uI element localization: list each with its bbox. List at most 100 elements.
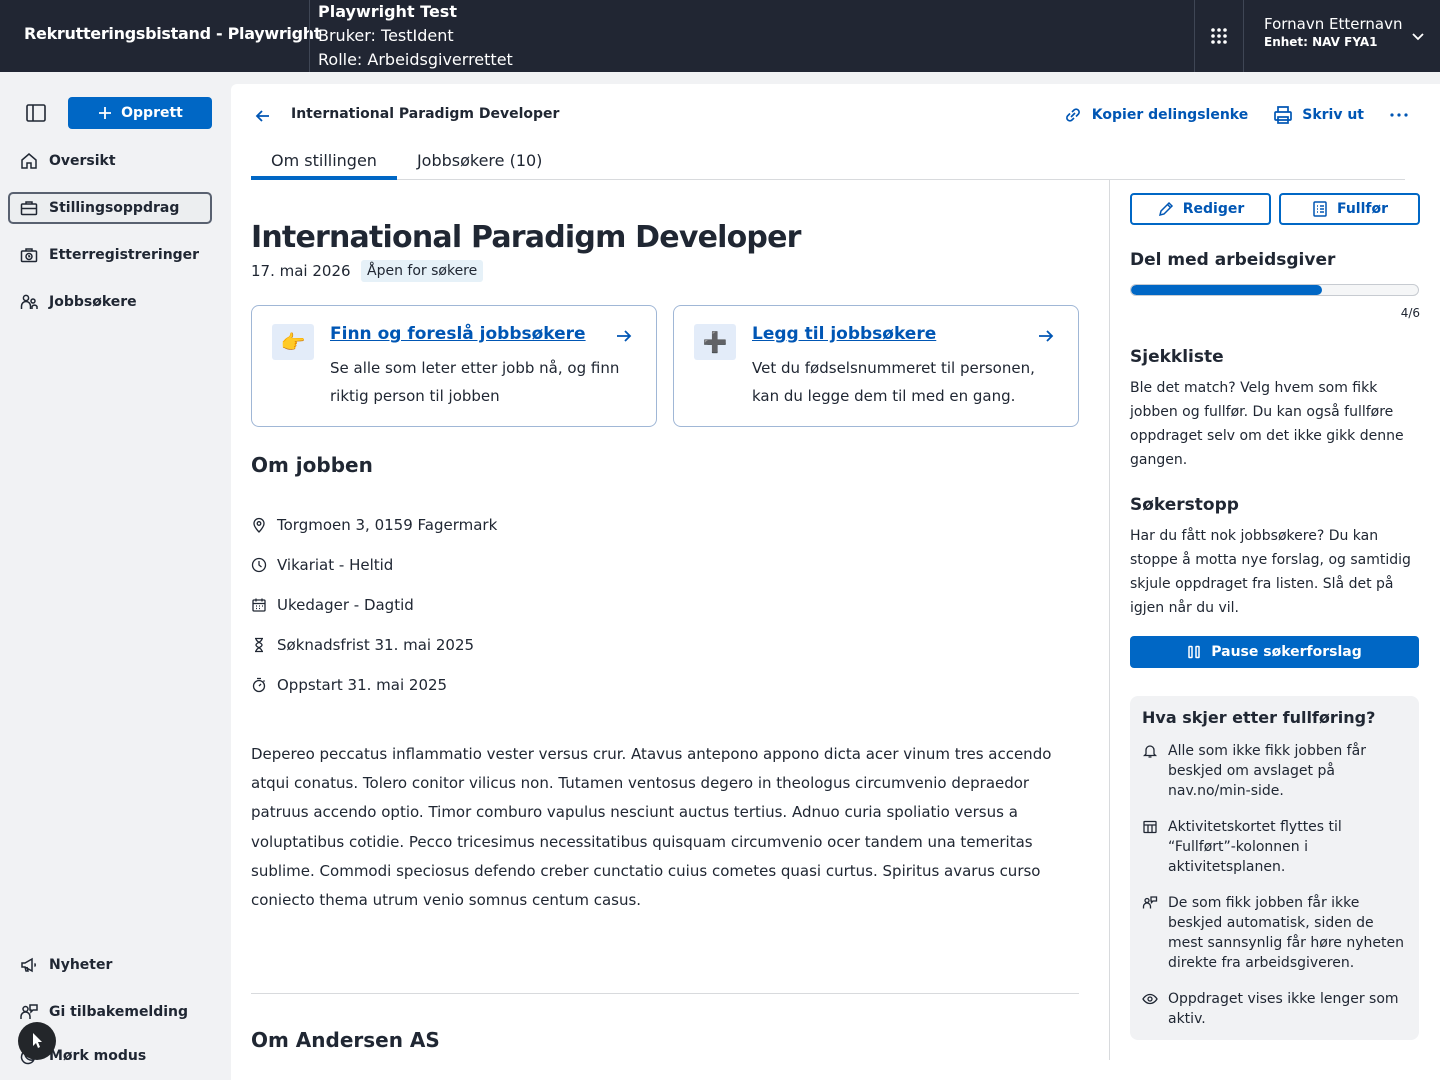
fact-text: Vikariat - Heltid bbox=[277, 556, 394, 574]
find-jobseekers-link[interactable]: Finn og foreslå jobbsøkere bbox=[330, 324, 586, 344]
checklist-heading: Sjekkliste bbox=[1130, 347, 1224, 367]
fact-employment: Vikariat - Heltid bbox=[251, 556, 393, 574]
create-button[interactable]: Opprett bbox=[68, 97, 212, 129]
arrow-right-icon bbox=[617, 330, 632, 342]
info-item-text: Oppdraget vises ikke lenger som aktiv. bbox=[1168, 991, 1399, 1027]
fact-text: Torgmoen 3, 0159 Fagermark bbox=[277, 516, 498, 534]
stopwatch-icon bbox=[252, 677, 266, 693]
app-title[interactable]: Rekrutteringsbistand - Playwright bbox=[24, 24, 322, 43]
pencil-icon bbox=[1158, 201, 1173, 217]
briefcase-icon bbox=[20, 201, 38, 216]
calendar-icon bbox=[252, 598, 266, 612]
info-item: Aktivitetskortet flyttes til “Fullført”-… bbox=[1142, 817, 1407, 877]
fact-start: Oppstart 31. mai 2025 bbox=[251, 676, 447, 694]
progress-fill bbox=[1131, 285, 1323, 295]
people-icon bbox=[20, 294, 38, 309]
person-chat-icon bbox=[1142, 896, 1158, 909]
arrow-right-icon bbox=[1039, 330, 1054, 342]
status-badge: Åpen for søkere bbox=[361, 260, 484, 282]
share-progress-bar bbox=[1130, 284, 1419, 296]
published-date: 17. mai 2026 bbox=[251, 262, 351, 280]
info-item: Oppdraget vises ikke lenger som aktiv. bbox=[1142, 989, 1407, 1029]
sidebar-item-label: Etterregistreringer bbox=[49, 247, 200, 263]
progress-label: 4/6 bbox=[1400, 306, 1420, 320]
breadcrumb: International Paradigm Developer bbox=[291, 106, 560, 122]
printer-icon bbox=[1274, 106, 1293, 124]
sidebar-item-label: Oversikt bbox=[49, 153, 116, 169]
sidebar-item-label: Nyheter bbox=[49, 957, 113, 973]
after-finish-info: Hva skjer etter fullføring? Alle som ikk… bbox=[1130, 696, 1419, 1040]
test-title: Playwright Test bbox=[318, 2, 457, 21]
job-content: International Paradigm Developer 17. mai… bbox=[251, 180, 1079, 1080]
user-menu[interactable]: Fornavn Etternavn Enhet: NAV FYA1 bbox=[1264, 15, 1402, 49]
sidebar-item-nyheter[interactable]: Nyheter bbox=[8, 949, 212, 981]
arrow-left-icon[interactable] bbox=[253, 106, 273, 126]
about-job-heading: Om jobben bbox=[251, 453, 373, 477]
sidebar-item-label: Stillingsoppdrag bbox=[49, 200, 180, 216]
header-divider bbox=[1243, 0, 1244, 72]
copy-link-label: Kopier delingslenke bbox=[1091, 107, 1249, 123]
bell-icon bbox=[1142, 745, 1158, 758]
fact-location: Torgmoen 3, 0159 Fagermark bbox=[251, 516, 497, 534]
section-divider bbox=[251, 993, 1079, 994]
hourglass-icon bbox=[255, 637, 263, 653]
print-label: Skriv ut bbox=[1302, 107, 1364, 123]
sidebar-item-oversikt[interactable]: Oversikt bbox=[8, 145, 212, 177]
copy-link-button[interactable]: Kopier delingslenke bbox=[1062, 104, 1248, 126]
link-icon bbox=[1065, 108, 1080, 122]
header-divider bbox=[1194, 0, 1195, 72]
sidebar-item-label: Gi tilbakemelding bbox=[49, 1004, 189, 1020]
header-divider bbox=[309, 0, 310, 72]
cursor-bubble bbox=[18, 1022, 56, 1060]
pause-suggestions-button[interactable]: Pause søkerforslag bbox=[1130, 636, 1419, 668]
location-pin-icon bbox=[253, 517, 265, 533]
fact-workdays: Ukedager - Dagtid bbox=[251, 596, 414, 614]
add-jobseekers-text: Vet du fødselsnummeret til personen, kan… bbox=[752, 359, 1035, 405]
user-name: Fornavn Etternavn bbox=[1264, 15, 1403, 33]
sidebar-item-jobbsokere[interactable]: Jobbsøkere bbox=[8, 286, 212, 318]
eye-icon bbox=[1142, 993, 1158, 1005]
plus-emoji-icon: ➕ bbox=[694, 324, 736, 360]
sidebar-toggle-icon[interactable] bbox=[24, 101, 48, 125]
fact-deadline: Søknadsfrist 31. mai 2025 bbox=[251, 636, 474, 654]
right-panel: Rediger Fullfør Del med arbeidsgiver 4/6… bbox=[1130, 180, 1420, 1080]
print-button[interactable]: Skriv ut bbox=[1272, 104, 1364, 126]
info-item-text: Aktivitetskortet flyttes til “Fullført”-… bbox=[1168, 819, 1342, 875]
finish-button[interactable]: Fullfør bbox=[1279, 193, 1420, 225]
tab-om-stillingen[interactable]: Om stillingen bbox=[251, 140, 397, 180]
clock-icon bbox=[251, 557, 267, 573]
sidebar-item-label: Mørk modus bbox=[49, 1048, 147, 1064]
test-info: Playwright Test Bruker: TestIdent Rolle:… bbox=[318, 0, 513, 72]
share-heading: Del med arbeidsgiver bbox=[1130, 250, 1336, 270]
sidebar-item-etterregistreringer[interactable]: Etterregistreringer bbox=[8, 239, 212, 271]
app-menu-button[interactable] bbox=[1196, 0, 1242, 72]
sidebar-item-stillingsoppdrag[interactable]: Stillingsoppdrag bbox=[8, 192, 212, 224]
edit-button[interactable]: Rediger bbox=[1130, 193, 1271, 225]
find-jobseekers-card[interactable]: 👉 Finn og foreslå jobbsøkere Se alle som… bbox=[251, 305, 657, 427]
info-item-text: De som fikk jobben får ikke beskjed auto… bbox=[1168, 895, 1404, 971]
job-description: Depereo peccatus inflammatio vester vers… bbox=[251, 745, 1052, 910]
cursor-icon bbox=[33, 1033, 42, 1048]
test-role: Rolle: Arbeidsgiverrettet bbox=[318, 50, 513, 69]
tab-jobbsokere[interactable]: Jobbsøkere (10) bbox=[397, 140, 562, 180]
add-jobseekers-link[interactable]: Legg til jobbsøkere bbox=[752, 324, 936, 344]
user-unit: Enhet: NAV FYA1 bbox=[1264, 35, 1378, 49]
create-button-label: Opprett bbox=[121, 105, 183, 121]
chevron-down-icon[interactable] bbox=[1410, 28, 1426, 44]
pause-label: Pause søkerforslag bbox=[1211, 644, 1362, 660]
more-options-icon[interactable] bbox=[1388, 104, 1410, 126]
checklist-icon bbox=[1313, 201, 1327, 217]
edit-label: Rediger bbox=[1182, 201, 1245, 217]
tab-bar: Om stillingen Jobbsøkere (10) bbox=[251, 140, 1405, 180]
test-user: Bruker: TestIdent bbox=[318, 26, 454, 45]
page-actions: Kopier delingslenke Skriv ut bbox=[1062, 104, 1410, 126]
main-content: International Paradigm Developer Kopier … bbox=[231, 84, 1440, 1080]
megaphone-icon bbox=[21, 957, 36, 973]
sidebar: Opprett Oversikt Stillingsoppdrag Etterr… bbox=[0, 72, 230, 1080]
briefcase-clock-icon bbox=[20, 248, 38, 263]
info-item: De som fikk jobben får ikke beskjed auto… bbox=[1142, 893, 1407, 973]
info-title: Hva skjer etter fullføring? bbox=[1142, 708, 1376, 727]
pointing-hand-icon: 👉 bbox=[272, 324, 314, 360]
fact-text: Søknadsfrist 31. mai 2025 bbox=[277, 636, 475, 654]
add-jobseekers-card[interactable]: ➕ Legg til jobbsøkere Vet du fødselsnumm… bbox=[673, 305, 1079, 427]
